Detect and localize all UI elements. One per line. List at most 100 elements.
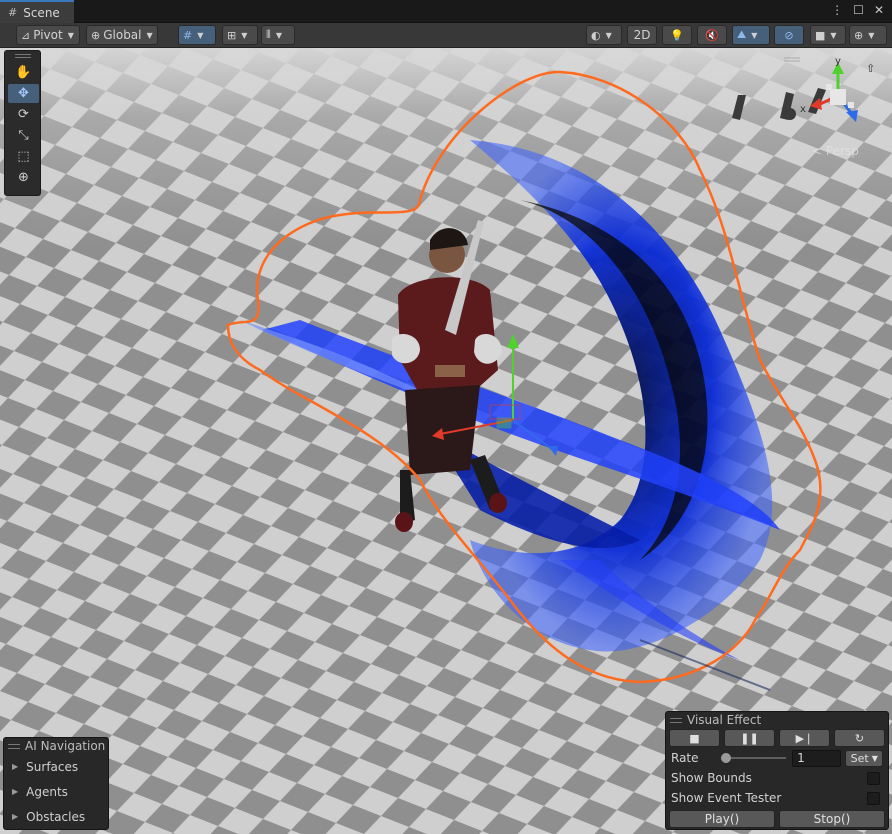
overlay-title-bar[interactable]: Visual Effect — [666, 712, 888, 728]
lighting-toggle[interactable]: 💡 — [662, 25, 692, 45]
restart-button[interactable]: ↻ — [834, 729, 885, 747]
visual-effect-title: Visual Effect — [687, 713, 762, 727]
camera-icon: ■ — [815, 28, 826, 42]
ai-navigation-overlay: AI Navigation ▶ Surfaces ▶ Agents ▶ Obst… — [3, 737, 109, 830]
grid-snap-icon: # — [183, 28, 193, 42]
camera-dropdown[interactable]: ■ ▼ — [810, 25, 846, 45]
draw-mode-dropdown[interactable]: ◐ ▼ — [586, 25, 622, 45]
scale-icon: ⤡ — [18, 128, 29, 143]
tools-overlay: ✋ ✥ ⟳ ⤡ ⬚ ⊕ — [4, 50, 41, 196]
rate-slider-knob[interactable] — [721, 753, 731, 763]
chevron-down-icon: ▼ — [275, 30, 282, 40]
grid-toggle-button[interactable]: ⊞ ▼ — [222, 25, 258, 45]
hidden-eye-icon: ⊘ — [784, 28, 794, 42]
close-icon[interactable]: ✕ — [874, 3, 884, 17]
expand-triangle-icon: ▶ — [12, 787, 19, 796]
show-event-tester-checkbox[interactable] — [867, 791, 880, 805]
overlay-title-bar[interactable]: AI Navigation — [4, 738, 108, 754]
hand-icon: ✋ — [15, 65, 32, 80]
chevron-down-icon: ▼ — [197, 30, 204, 40]
show-bounds-row: Show Bounds — [666, 768, 888, 788]
show-bounds-label: Show Bounds — [671, 771, 752, 785]
scene-toolbar: ⊿ Pivot ▼ ⊕ Global ▼ # ▼ ⊞ ▼ ⦀ ▼ ◐ ▼ 2D … — [0, 23, 892, 48]
audio-muted-icon: 🔇 — [705, 28, 719, 42]
audio-toggle[interactable]: 🔇 — [697, 25, 727, 45]
ai-nav-item-surfaces[interactable]: ▶ Surfaces — [4, 754, 108, 779]
step-button[interactable]: ▶❘ — [779, 729, 830, 747]
set-label: Set — [850, 751, 869, 765]
effects-icon: ⛰ — [737, 28, 747, 41]
stop-effect-button[interactable]: Stop() — [779, 810, 885, 828]
rate-value-field[interactable]: 1 — [792, 749, 842, 767]
shaded-sphere-icon: ◐ — [591, 28, 601, 42]
rotate-icon: ⟳ — [18, 107, 29, 122]
move-tool[interactable]: ✥ — [8, 84, 39, 103]
window-controls: ⋮ ☐ ✕ — [831, 3, 884, 17]
grid-hash-icon: # — [8, 6, 18, 19]
pause-icon: ❚❚ — [740, 731, 759, 745]
effects-dropdown[interactable]: ⛰ ▼ — [732, 25, 770, 45]
globe-icon: ⊕ — [91, 28, 101, 42]
gizmo-y-label: y — [835, 56, 841, 67]
stop-icon: ■ — [689, 731, 700, 745]
overlay-grip[interactable] — [5, 51, 40, 61]
chevron-down-icon: ▼ — [830, 30, 837, 40]
move-icon: ✥ — [18, 86, 29, 101]
chevron-down-icon: ▼ — [868, 30, 875, 40]
pivot-dropdown[interactable]: ⊿ Pivot ▼ — [16, 25, 80, 45]
play-button[interactable]: Play() — [669, 810, 775, 828]
mode-2d-label: 2D — [633, 28, 651, 42]
pause-button[interactable]: ❚❚ — [724, 729, 775, 747]
ai-nav-item-obstacles[interactable]: ▶ Obstacles — [4, 804, 108, 829]
show-event-tester-label: Show Event Tester — [671, 791, 782, 805]
stop-button[interactable]: ■ — [669, 729, 720, 747]
pivot-icon: ⊿ — [21, 28, 31, 42]
step-forward-icon: ▶❘ — [795, 731, 814, 745]
chevron-down-icon: ▼ — [67, 30, 74, 40]
chevron-down-icon: ▼ — [605, 30, 612, 40]
mode-2d-button[interactable]: 2D — [627, 25, 657, 45]
playback-controls: ■ ❚❚ ▶❘ ↻ — [666, 728, 888, 748]
ai-navigation-title: AI Navigation — [25, 739, 106, 753]
show-event-tester-row: Show Event Tester — [666, 788, 888, 808]
hand-tool[interactable]: ✋ — [8, 63, 39, 82]
tab-scene-label: Scene — [23, 5, 60, 20]
ai-nav-item-agents[interactable]: ▶ Agents — [4, 779, 108, 804]
rate-slider[interactable] — [721, 753, 787, 763]
chevron-down-icon: ▼ — [241, 30, 248, 40]
visual-effect-overlay: Visual Effect ■ ❚❚ ▶❘ ↻ Rate 1 Set ▼ Sho… — [665, 711, 889, 830]
maximize-icon[interactable]: ☐ — [853, 3, 864, 17]
rect-tool[interactable]: ⬚ — [8, 147, 39, 166]
global-dropdown[interactable]: ⊕ Global ▼ — [86, 25, 158, 45]
visibility-toggle[interactable]: ⊘ — [774, 25, 804, 45]
svg-text:⇧: ⇧ — [866, 62, 875, 75]
rate-row: Rate 1 Set ▼ — [666, 748, 888, 768]
expand-triangle-icon: ▶ — [12, 812, 19, 821]
gizmos-dropdown[interactable]: ⊕ ▼ — [849, 25, 887, 45]
chevron-down-icon: ▼ — [146, 30, 153, 40]
show-bounds-checkbox[interactable] — [867, 771, 880, 785]
global-label: Global — [103, 28, 142, 42]
tab-scene[interactable]: # Scene — [0, 0, 74, 23]
restart-icon: ↻ — [854, 731, 865, 745]
ruler-icon: ⦀ — [266, 28, 271, 41]
grip-icon — [8, 743, 20, 749]
ai-nav-item-label: Surfaces — [26, 759, 79, 774]
transform-icon: ⊕ — [18, 170, 29, 185]
ai-nav-item-label: Obstacles — [26, 809, 86, 824]
grid-icon: ⊞ — [227, 28, 237, 42]
scale-tool[interactable]: ⤡ — [8, 126, 39, 145]
grid-snap-button[interactable]: # ▼ — [178, 25, 216, 45]
transform-tool[interactable]: ⊕ — [8, 168, 39, 187]
ai-nav-item-label: Agents — [26, 784, 68, 799]
rate-label: Rate — [671, 751, 699, 765]
tab-bar: # Scene ⋮ ☐ ✕ — [0, 0, 892, 23]
grip-icon — [670, 717, 682, 723]
perspective-label[interactable]: < Persp — [812, 144, 859, 158]
expand-triangle-icon: ▶ — [12, 762, 19, 771]
increment-snap-button[interactable]: ⦀ ▼ — [261, 25, 295, 45]
set-dropdown[interactable]: Set ▼ — [845, 749, 883, 767]
rotate-tool[interactable]: ⟳ — [8, 105, 39, 124]
chevron-down-icon: ▼ — [871, 753, 878, 763]
kebab-menu-icon[interactable]: ⋮ — [831, 3, 843, 17]
